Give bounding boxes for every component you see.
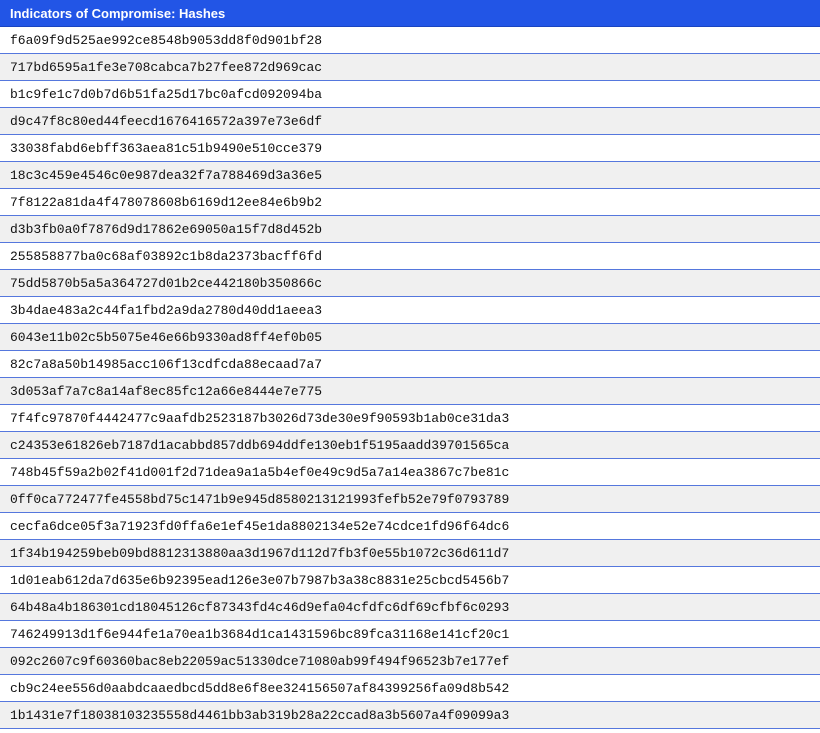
table-row: 18c3c459e4546c0e987dea32f7a788469d3a36e5: [0, 161, 820, 189]
hash-value: 0ff0ca772477fe4558bd75c1471b9e945d858021…: [0, 485, 820, 513]
table-row: 33038fabd6ebff363aea81c51b9490e510cce379: [0, 134, 820, 162]
hash-value: cb9c24ee556d0aabdcaaedbcd5dd8e6f8ee32415…: [0, 674, 820, 702]
hash-value: 3b4dae483a2c44fa1fbd2a9da2780d40dd1aeea3: [0, 296, 820, 324]
hash-value: 6043e11b02c5b5075e46e66b9330ad8ff4ef0b05: [0, 323, 820, 351]
hash-list: f6a09f9d525ae992ce8548b9053dd8f0d901bf28…: [0, 26, 820, 729]
hash-value: 746249913d1f6e944fe1a70ea1b3684d1ca14315…: [0, 620, 820, 648]
hash-value: 1d01eab612da7d635e6b92395ead126e3e07b798…: [0, 566, 820, 594]
hash-value: 64b48a4b186301cd18045126cf87343fd4c46d9e…: [0, 593, 820, 621]
table-row: 7f8122a81da4f478078608b6169d12ee84e6b9b2: [0, 188, 820, 216]
table-row: 0ff0ca772477fe4558bd75c1471b9e945d858021…: [0, 485, 820, 513]
hash-value: 1f34b194259beb09bd8812313880aa3d1967d112…: [0, 539, 820, 567]
table-row: 75dd5870b5a5a364727d01b2ce442180b350866c: [0, 269, 820, 297]
table-row: 82c7a8a50b14985acc106f13cdfcda88ecaad7a7: [0, 350, 820, 378]
table-row: d3b3fb0a0f7876d9d17862e69050a15f7d8d452b: [0, 215, 820, 243]
ioc-hashes-table: Indicators of Compromise: Hashes f6a09f9…: [0, 0, 820, 729]
table-row: b1c9fe1c7d0b7d6b51fa25d17bc0afcd092094ba: [0, 80, 820, 108]
hash-value: 092c2607c9f60360bac8eb22059ac51330dce710…: [0, 647, 820, 675]
header-row: Indicators of Compromise: Hashes: [0, 0, 820, 27]
table-row: 1d01eab612da7d635e6b92395ead126e3e07b798…: [0, 566, 820, 594]
hash-value: 75dd5870b5a5a364727d01b2ce442180b350866c: [0, 269, 820, 297]
hash-value: 7f4fc97870f4442477c9aafdb2523187b3026d73…: [0, 404, 820, 432]
hash-value: cecfa6dce05f3a71923fd0ffa6e1ef45e1da8802…: [0, 512, 820, 540]
table-row: 717bd6595a1fe3e708cabca7b27fee872d969cac: [0, 53, 820, 81]
hash-value: 82c7a8a50b14985acc106f13cdfcda88ecaad7a7: [0, 350, 820, 378]
hash-value: 255858877ba0c68af03892c1b8da2373bacff6fd: [0, 242, 820, 270]
hash-value: 3d053af7a7c8a14af8ec85fc12a66e8444e7e775: [0, 377, 820, 405]
table-header: Indicators of Compromise: Hashes: [0, 0, 820, 27]
table-row: 1b1431e7f18038103235558d4461bb3ab319b28a…: [0, 701, 820, 729]
hash-value: c24353e61826eb7187d1acabbd857ddb694ddfe1…: [0, 431, 820, 459]
hash-value: 7f8122a81da4f478078608b6169d12ee84e6b9b2: [0, 188, 820, 216]
table-row: d9c47f8c80ed44feecd1676416572a397e73e6df: [0, 107, 820, 135]
table-row: 3d053af7a7c8a14af8ec85fc12a66e8444e7e775: [0, 377, 820, 405]
hash-value: 33038fabd6ebff363aea81c51b9490e510cce379: [0, 134, 820, 162]
hash-value: f6a09f9d525ae992ce8548b9053dd8f0d901bf28: [0, 26, 820, 54]
table-row: 255858877ba0c68af03892c1b8da2373bacff6fd: [0, 242, 820, 270]
table-row: 64b48a4b186301cd18045126cf87343fd4c46d9e…: [0, 593, 820, 621]
table-row: 7f4fc97870f4442477c9aafdb2523187b3026d73…: [0, 404, 820, 432]
hash-value: 18c3c459e4546c0e987dea32f7a788469d3a36e5: [0, 161, 820, 189]
hash-value: 1b1431e7f18038103235558d4461bb3ab319b28a…: [0, 701, 820, 729]
hash-value: 748b45f59a2b02f41d001f2d71dea9a1a5b4ef0e…: [0, 458, 820, 486]
table-row: 748b45f59a2b02f41d001f2d71dea9a1a5b4ef0e…: [0, 458, 820, 486]
table-row: 092c2607c9f60360bac8eb22059ac51330dce710…: [0, 647, 820, 675]
hash-value: b1c9fe1c7d0b7d6b51fa25d17bc0afcd092094ba: [0, 80, 820, 108]
table-row: 1f34b194259beb09bd8812313880aa3d1967d112…: [0, 539, 820, 567]
hash-value: 717bd6595a1fe3e708cabca7b27fee872d969cac: [0, 53, 820, 81]
table-row: 6043e11b02c5b5075e46e66b9330ad8ff4ef0b05: [0, 323, 820, 351]
hash-value: d3b3fb0a0f7876d9d17862e69050a15f7d8d452b: [0, 215, 820, 243]
table-title: Indicators of Compromise: Hashes: [0, 0, 820, 27]
table-row: f6a09f9d525ae992ce8548b9053dd8f0d901bf28: [0, 26, 820, 54]
table-row: 3b4dae483a2c44fa1fbd2a9da2780d40dd1aeea3: [0, 296, 820, 324]
table-row: cecfa6dce05f3a71923fd0ffa6e1ef45e1da8802…: [0, 512, 820, 540]
hash-value: d9c47f8c80ed44feecd1676416572a397e73e6df: [0, 107, 820, 135]
table-row: 746249913d1f6e944fe1a70ea1b3684d1ca14315…: [0, 620, 820, 648]
table-row: c24353e61826eb7187d1acabbd857ddb694ddfe1…: [0, 431, 820, 459]
table-row: cb9c24ee556d0aabdcaaedbcd5dd8e6f8ee32415…: [0, 674, 820, 702]
